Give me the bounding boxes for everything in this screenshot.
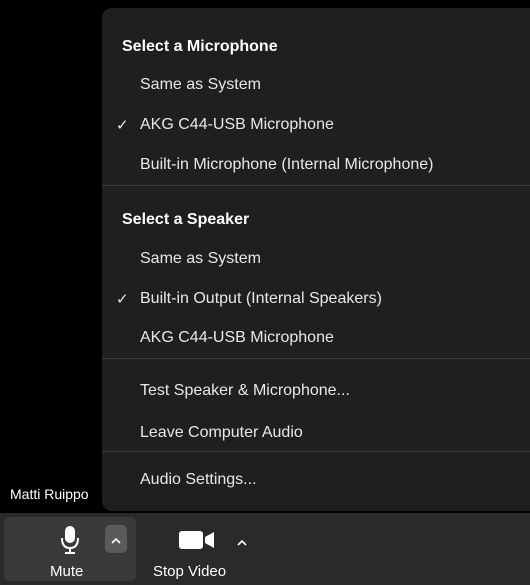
audio-options-caret-button[interactable] xyxy=(105,525,127,553)
stop-video-label: Stop Video xyxy=(153,563,227,580)
menu-item-mic-builtin[interactable]: Built-in Microphone (Internal Microphone… xyxy=(102,145,530,185)
menu-divider xyxy=(102,185,530,186)
menu-item-label: Test Speaker & Microphone... xyxy=(140,382,350,399)
menu-item-speaker-builtin[interactable]: ✓ Built-in Output (Internal Speakers) xyxy=(102,279,530,319)
menu-divider xyxy=(102,358,530,359)
menu-item-leave-computer-audio[interactable]: Leave Computer Audio xyxy=(102,413,530,453)
checkmark-icon: ✓ xyxy=(116,291,129,308)
caret-up-icon xyxy=(237,534,247,549)
caret-up-icon xyxy=(111,532,121,547)
menu-item-label: Same as System xyxy=(140,250,261,267)
checkmark-icon: ✓ xyxy=(116,117,129,134)
menu-item-label: Built-in Microphone (Internal Microphone… xyxy=(140,156,434,173)
mute-label: Mute xyxy=(50,563,84,580)
menu-item-mic-same-as-system[interactable]: Same as System xyxy=(102,65,530,105)
meeting-toolbar: Mute Stop Video xyxy=(0,513,530,585)
menu-divider xyxy=(102,451,530,452)
menu-item-label: Audio Settings... xyxy=(140,471,257,488)
menu-item-label: Same as System xyxy=(140,76,261,93)
speaker-section-header: Select a Speaker xyxy=(122,211,250,228)
menu-item-audio-settings[interactable]: Audio Settings... xyxy=(102,460,530,500)
menu-item-test-speaker-mic[interactable]: Test Speaker & Microphone... xyxy=(102,371,530,411)
video-camera-icon xyxy=(179,529,215,556)
menu-item-speaker-akg[interactable]: AKG C44-USB Microphone xyxy=(102,318,530,358)
audio-options-menu: Select a Microphone Same as System ✓ AKG… xyxy=(102,8,530,511)
menu-item-mic-akg[interactable]: ✓ AKG C44-USB Microphone xyxy=(102,105,530,145)
menu-item-label: Leave Computer Audio xyxy=(140,424,303,441)
menu-item-speaker-same-as-system[interactable]: Same as System xyxy=(102,239,530,279)
menu-item-label: Built-in Output (Internal Speakers) xyxy=(140,290,382,307)
video-options-caret-button[interactable] xyxy=(231,527,253,555)
microphone-section-header: Select a Microphone xyxy=(122,38,278,55)
menu-item-label: AKG C44-USB Microphone xyxy=(140,329,334,346)
participant-name: Matti Ruippo xyxy=(10,486,89,502)
microphone-icon xyxy=(60,525,80,560)
menu-item-label: AKG C44-USB Microphone xyxy=(140,116,334,133)
